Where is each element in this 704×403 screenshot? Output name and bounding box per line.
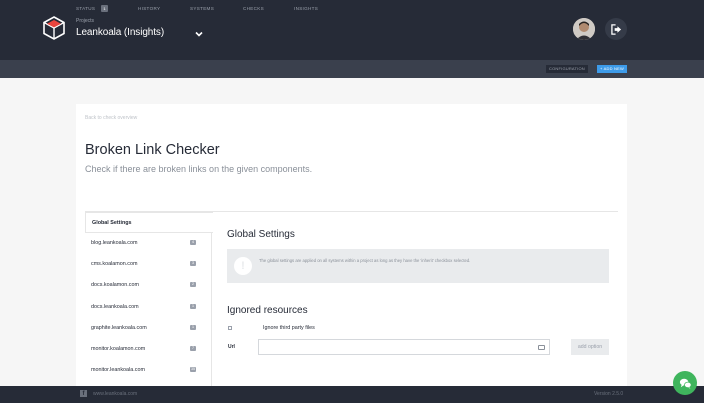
url-input[interactable] — [258, 339, 550, 355]
input-card-icon — [538, 345, 545, 350]
sidebar-item[interactable]: docs.koalamon.com 2 — [85, 275, 212, 296]
sidebar-item-label: docs.leankoala.com — [91, 304, 139, 310]
ignore-third-party-label: Ignore third party files — [263, 325, 315, 331]
count-badge: 3 — [190, 261, 196, 266]
project-label: Projects — [76, 18, 95, 24]
nav-checks[interactable]: CHECKS — [243, 6, 264, 11]
project-name[interactable]: Leankoala (Insights) — [76, 27, 164, 38]
count-badge: 2 — [190, 282, 196, 287]
sidebar-item-label: blog.leankoala.com — [91, 240, 138, 246]
configuration-button[interactable]: CONFIGURATION — [546, 65, 588, 73]
chat-button[interactable] — [673, 371, 697, 395]
nav-status[interactable]: STATUS — [76, 6, 95, 11]
user-avatar[interactable] — [573, 18, 595, 40]
sidebar-item-label: Global Settings — [92, 220, 132, 226]
nav-insights[interactable]: INSIGHTS — [294, 6, 318, 11]
count-badge: 7 — [190, 346, 196, 351]
nav-systems[interactable]: SYSTEMS — [190, 6, 214, 11]
sidebar-item-label: graphite.leankoala.com — [91, 325, 147, 331]
global-settings-heading: Global Settings — [227, 229, 295, 240]
info-box — [227, 249, 609, 283]
page-subtitle: Check if there are broken links on the g… — [85, 164, 313, 174]
status-badge: 1 — [101, 5, 108, 12]
add-new-button[interactable]: + ADD NEW — [597, 65, 627, 73]
leankoala-logo-icon[interactable] — [41, 15, 67, 41]
ignored-resources-heading: Ignored resources — [227, 305, 308, 316]
sidebar-item[interactable]: blog.leankoala.com 4 — [85, 233, 212, 254]
logout-button[interactable] — [605, 18, 627, 40]
info-exclamation-icon: ! — [234, 257, 252, 275]
logout-icon — [610, 23, 621, 35]
back-link[interactable]: Back to check overview — [85, 115, 137, 121]
footer-link[interactable]: www.leankoala.com — [93, 391, 137, 397]
sidebar-item[interactable]: cms.koalamon.com 3 — [85, 254, 212, 275]
facebook-icon[interactable]: f — [80, 390, 87, 397]
version-label: Version 2.5.0 — [594, 391, 624, 397]
nav-history[interactable]: HISTORY — [138, 6, 160, 11]
sidebar-item-label: monitor.koalamon.com — [91, 346, 146, 352]
sidebar-item-label: monitor.leankoala.com — [91, 367, 145, 373]
count-badge: 4 — [190, 240, 196, 245]
sidebar-item[interactable]: monitor.koalamon.com 7 — [85, 339, 212, 360]
sidebar-item-global-settings[interactable]: Global Settings — [85, 212, 213, 233]
count-badge: 1 — [190, 325, 196, 330]
add-option-button[interactable]: add option — [571, 339, 609, 355]
sidebar-item-label: docs.koalamon.com — [91, 282, 139, 288]
info-text: The global settings are applied on all s… — [259, 258, 471, 263]
chat-bubbles-icon — [679, 378, 692, 389]
sidebar-item[interactable]: graphite.leankoala.com 1 — [85, 318, 212, 339]
chevron-down-icon[interactable] — [193, 28, 205, 40]
sidebar-item-label: cms.koalamon.com — [91, 261, 138, 267]
sidebar-item[interactable]: monitor.leankoala.com 35 — [85, 360, 212, 381]
sidebar-item[interactable]: docs.leankoala.com 1 — [85, 297, 212, 318]
page-title: Broken Link Checker — [85, 142, 220, 158]
ignore-third-party-checkbox[interactable] — [228, 326, 232, 330]
count-badge: 35 — [190, 367, 196, 372]
count-badge: 1 — [190, 304, 196, 309]
url-label: Url — [228, 344, 235, 350]
